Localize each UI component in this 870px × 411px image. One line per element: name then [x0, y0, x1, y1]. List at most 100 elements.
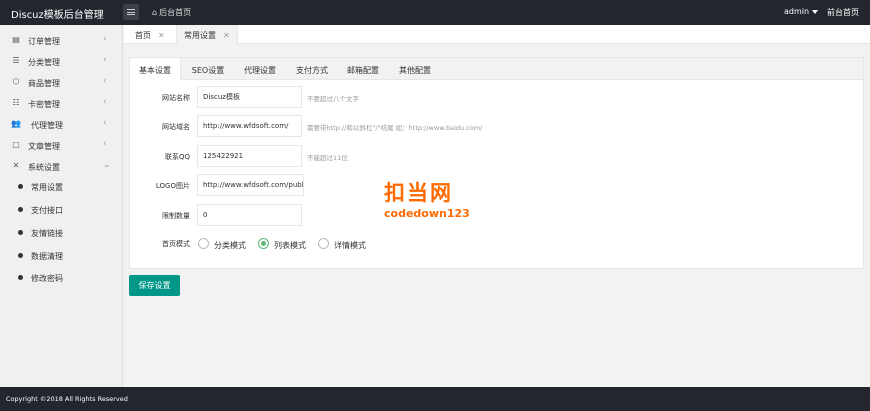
- hamburger-icon: [127, 9, 135, 15]
- settings-panel: 基本设置 SEO设置 代理设置 支付方式 邮箱配置 其他配置 网站名称 Disc…: [129, 57, 864, 269]
- page-tab-common-settings[interactable]: 常用设置 ✕: [176, 25, 238, 44]
- form-row-site-name: 网站名称 Discuz模板 不要超过八个文字: [130, 86, 863, 108]
- admin-home-label: 后台首页: [159, 8, 192, 17]
- tab-payment-methods[interactable]: 支付方式: [287, 58, 337, 80]
- bullet-icon: [18, 275, 23, 280]
- chevron-left-icon: ‹: [103, 139, 107, 149]
- top-navbar: Discuz模板后台管理 ⌂ 后台首页 admin 前台首页: [0, 0, 870, 25]
- form-row-home-mode: 首页模式 分类模式 列表模式 详情模式: [130, 238, 863, 260]
- page-tab-label: 常用设置: [184, 31, 216, 40]
- save-settings-button[interactable]: 保存设置: [129, 275, 180, 296]
- close-icon[interactable]: ✕: [223, 31, 230, 40]
- document-icon: ▢: [12, 140, 20, 149]
- cube-icon: ⬡: [12, 77, 20, 86]
- logo-label: LOGO图片: [155, 182, 190, 190]
- form-row-qq: 联系QQ 125422921 不能超过11位: [130, 145, 863, 167]
- form-row-site-url: 网站域名 http://www.wfdsoft.com/ 需要带http://和…: [130, 115, 863, 137]
- sidebar-item-label: 订单管理: [28, 37, 60, 46]
- bullet-icon: [18, 230, 23, 235]
- bullet-icon: [18, 207, 23, 212]
- card-icon: ☷: [12, 98, 20, 107]
- radio-label: 分类模式: [214, 241, 246, 250]
- tab-seo-settings[interactable]: SEO设置: [183, 58, 233, 80]
- sidebar-item-products[interactable]: ⬡ 商品管理 ‹: [0, 72, 123, 92]
- sidebar-item-label: 文章管理: [28, 142, 60, 151]
- sidebar: ▤ 订单管理 ‹ ☰ 分类管理 ‹ ⬡ 商品管理 ‹ ☷ 卡密管理 ‹ 👥 代理…: [0, 25, 123, 387]
- tab-email-config[interactable]: 邮箱配置: [338, 58, 388, 80]
- sidebar-subitem-label: 支付接口: [31, 206, 63, 215]
- logo-input[interactable]: http://www.wfdsoft.com/public/sta: [197, 174, 304, 196]
- chevron-left-icon: ‹: [103, 55, 107, 65]
- tab-other-config[interactable]: 其他配置: [390, 58, 440, 80]
- limit-input[interactable]: 0: [197, 204, 302, 226]
- sidebar-item-label: 商品管理: [28, 79, 60, 88]
- sidebar-item-system-settings[interactable]: ✕ 系统设置 ⌄: [0, 156, 123, 176]
- watermark: 扣当网 codedown123: [384, 177, 470, 220]
- copyright-text: Copyright ©2018 All Rights Reserved: [6, 395, 128, 403]
- sidebar-item-label: 代理管理: [31, 121, 63, 130]
- qq-label: 联系QQ: [164, 153, 190, 161]
- footer: Copyright ©2018 All Rights Reserved: [0, 387, 870, 411]
- home-mode-label: 首页模式: [162, 240, 190, 248]
- page-tabs-bar: 首页 ✕ 常用设置 ✕: [124, 25, 870, 44]
- chevron-left-icon: ‹: [103, 118, 107, 128]
- sidebar-item-articles[interactable]: ▢ 文章管理 ‹: [0, 135, 123, 155]
- radio-label: 详情模式: [334, 241, 366, 250]
- form-row-logo: LOGO图片 http://www.wfdsoft.com/public/sta: [130, 174, 863, 196]
- site-url-hint: 需要带http://和以斜杠"/"结尾 如：http://www.baidu.c…: [307, 124, 483, 132]
- home-icon: ⌂: [152, 8, 158, 17]
- form-row-limit: 限制数量 0: [130, 204, 863, 226]
- sidebar-item-cards[interactable]: ☷ 卡密管理 ‹: [0, 93, 123, 113]
- admin-home-link[interactable]: ⌂ 后台首页: [152, 7, 191, 18]
- site-url-label: 网站域名: [162, 123, 190, 131]
- radio-circle: [318, 238, 329, 249]
- sidebar-subitem-change-password[interactable]: 修改密码: [0, 267, 123, 287]
- caret-down-icon: [812, 9, 819, 14]
- chevron-left-icon: ‹: [103, 97, 107, 107]
- qq-hint: 不能超过11位: [307, 154, 348, 162]
- site-name-label: 网站名称: [162, 94, 190, 102]
- sidebar-subitem-label: 友情链接: [31, 229, 63, 238]
- sidebar-item-agents[interactable]: 👥 代理管理 ‹: [0, 114, 123, 134]
- sidebar-subitem-label: 数据清理: [31, 252, 63, 261]
- sidebar-subitem-label: 修改密码: [31, 274, 63, 283]
- bullet-icon: [18, 253, 23, 258]
- watermark-title: 扣当网: [384, 181, 453, 205]
- sidebar-subitem-data-cleanup[interactable]: 数据清理: [0, 245, 123, 265]
- settings-tabs: 基本设置 SEO设置 代理设置 支付方式 邮箱配置 其他配置: [130, 58, 863, 81]
- bullet-icon: [18, 184, 23, 189]
- sidebar-subitem-common-settings[interactable]: 常用设置: [0, 176, 123, 196]
- page-tab-home[interactable]: 首页 ✕: [128, 25, 172, 44]
- chevron-left-icon: ‹: [103, 76, 107, 86]
- chevron-down-icon: ⌄: [103, 160, 111, 170]
- sidebar-item-categories[interactable]: ☰ 分类管理 ‹: [0, 51, 123, 71]
- tools-icon: ✕: [12, 161, 20, 170]
- sidebar-item-orders[interactable]: ▤ 订单管理 ‹: [0, 30, 123, 50]
- close-icon[interactable]: ✕: [158, 31, 165, 40]
- radio-circle-selected: [258, 238, 269, 249]
- user-name: admin: [784, 7, 810, 16]
- sidebar-subitem-label: 常用设置: [31, 183, 63, 192]
- sidebar-item-label: 卡密管理: [28, 100, 60, 109]
- site-url-input[interactable]: http://www.wfdsoft.com/: [197, 115, 302, 137]
- order-icon: ▤: [12, 35, 20, 44]
- front-home-link[interactable]: 前台首页: [827, 7, 859, 18]
- limit-label: 限制数量: [162, 212, 190, 220]
- user-menu[interactable]: admin: [784, 7, 819, 16]
- site-name-input[interactable]: Discuz模板: [197, 86, 302, 108]
- sidebar-subitem-payment[interactable]: 支付接口: [0, 199, 123, 219]
- tab-basic-settings[interactable]: 基本设置: [130, 58, 181, 81]
- tab-agent-settings[interactable]: 代理设置: [235, 58, 285, 80]
- chevron-left-icon: ‹: [103, 34, 107, 44]
- page-tab-label: 首页: [135, 31, 151, 40]
- site-name-hint: 不要超过八个文字: [307, 95, 359, 103]
- list-icon: ☰: [12, 56, 20, 65]
- users-icon: 👥: [11, 119, 21, 128]
- sidebar-item-label: 分类管理: [28, 58, 60, 67]
- menu-toggle-button[interactable]: [123, 4, 139, 20]
- radio-label: 列表模式: [274, 241, 306, 250]
- sidebar-subitem-links[interactable]: 友情链接: [0, 222, 123, 242]
- qq-input[interactable]: 125422921: [197, 145, 302, 167]
- watermark-subtitle: codedown123: [384, 207, 470, 220]
- brand-title: Discuz模板后台管理: [11, 10, 104, 21]
